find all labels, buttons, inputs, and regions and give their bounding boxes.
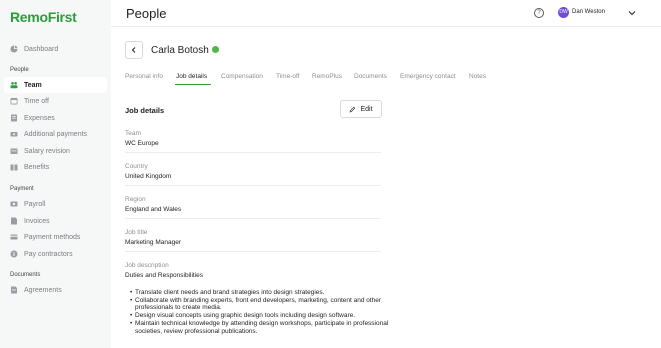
calendar-icon <box>10 97 18 105</box>
sidebar-item-label: Additional payments <box>24 130 88 138</box>
tab-remoplus[interactable]: RemoPlus <box>312 73 342 80</box>
tab-documents[interactable]: Documents <box>354 73 387 80</box>
sidebar-item-agreements[interactable]: Agreements <box>4 282 107 298</box>
payroll-icon <box>10 200 18 208</box>
list-item: Collaborate with branding experts, front… <box>130 297 400 312</box>
payment-icon <box>10 130 18 138</box>
sidebar-item-expenses[interactable]: Expenses <box>4 110 107 126</box>
field-value: England and Wales <box>125 206 182 213</box>
active-tab-indicator <box>175 84 211 85</box>
sidebar-item-payroll[interactable]: Payroll <box>4 196 107 212</box>
employee-name: Carla Botosh <box>151 45 209 56</box>
tab-personal-info[interactable]: Personal info <box>125 73 163 80</box>
field-region: Region England and Wales <box>125 196 381 219</box>
chevron-down-icon[interactable] <box>627 8 637 18</box>
salary-icon <box>10 147 18 155</box>
section-title-documents: Documents <box>10 272 41 278</box>
benefits-icon <box>10 163 18 171</box>
field-team: Team WC Europe <box>125 130 381 153</box>
tab-emergency-contact[interactable]: Emergency contact <box>400 73 456 80</box>
document-icon <box>10 286 18 294</box>
top-bar: People ? DW Dan Weston <box>111 0 661 27</box>
sidebar-item-label: Team <box>24 81 42 89</box>
sidebar-item-label: Salary revision <box>24 147 70 155</box>
field-label: Job description <box>125 262 169 269</box>
back-button[interactable] <box>125 41 143 59</box>
field-label: Region <box>125 196 146 203</box>
field-label: Job title <box>125 229 148 236</box>
avatar[interactable]: DW <box>558 7 569 18</box>
sidebar-item-team[interactable]: Team <box>4 77 107 93</box>
description-bullets: Translate client needs and brand strateg… <box>130 289 400 335</box>
field-label: Country <box>125 163 148 170</box>
active-status-icon <box>212 46 219 53</box>
description-heading: Duties and Responsibilities <box>125 272 204 279</box>
section-title-people: People <box>10 67 29 73</box>
remofirst-logo[interactable]: RemoFirst <box>10 9 77 25</box>
field-value: United Kingdom <box>125 173 172 180</box>
sidebar-item-label: Dashboard <box>24 45 59 53</box>
sidebar-item-time-off[interactable]: Time off <box>4 93 107 109</box>
sidebar-item-salary-revision[interactable]: Salary revision <box>4 143 107 159</box>
card-icon <box>10 233 18 241</box>
sidebar-item-label: Pay contractors <box>24 250 73 258</box>
dashboard-icon <box>10 45 18 53</box>
sidebar-item-label: Payroll <box>24 200 46 208</box>
sidebar: RemoFirst Dashboard People Team Time off… <box>0 0 111 348</box>
main-content: People ? DW Dan Weston Carla Botosh Pers… <box>111 0 661 348</box>
sidebar-item-label: Expenses <box>24 114 55 122</box>
field-label: Team <box>125 130 141 137</box>
field-value: Marketing Manager <box>125 239 181 246</box>
sidebar-item-invoices[interactable]: Invoices <box>4 213 107 229</box>
invoice-icon <box>10 217 18 225</box>
edit-button[interactable]: Edit <box>340 100 382 118</box>
sidebar-item-dashboard[interactable]: Dashboard <box>4 41 107 57</box>
field-job-title: Job title Marketing Manager <box>125 229 381 252</box>
chevron-left-icon <box>131 47 136 53</box>
help-icon[interactable]: ? <box>534 8 544 18</box>
page-title: People <box>126 6 167 21</box>
contractor-icon <box>10 250 18 258</box>
sidebar-item-pay-contractors[interactable]: Pay contractors <box>4 246 107 262</box>
sidebar-item-label: Time off <box>24 97 49 105</box>
sidebar-item-label: Payment methods <box>24 233 81 241</box>
section-title-payment: Payment <box>10 186 34 192</box>
list-item: Translate client needs and brand strateg… <box>130 289 400 297</box>
section-title: Job details <box>125 106 165 115</box>
list-item: Design visual concepts using graphic des… <box>130 312 400 320</box>
tab-job-details[interactable]: Job details <box>176 73 207 80</box>
sidebar-item-label: Invoices <box>24 217 50 225</box>
pencil-icon <box>350 106 356 112</box>
sidebar-item-payment-methods[interactable]: Payment methods <box>4 229 107 245</box>
field-value: WC Europe <box>125 140 159 147</box>
sidebar-item-label: Benefits <box>24 163 50 171</box>
team-icon <box>10 81 18 89</box>
field-country: Country United Kingdom <box>125 163 381 186</box>
tab-time-off[interactable]: Time-off <box>276 73 299 80</box>
sidebar-item-label: Agreements <box>24 286 62 294</box>
receipt-icon <box>10 114 18 122</box>
user-name[interactable]: Dan Weston <box>572 9 605 15</box>
edit-label: Edit <box>360 105 373 113</box>
tab-notes[interactable]: Notes <box>469 73 486 80</box>
sidebar-item-additional-payments[interactable]: Additional payments <box>4 126 107 142</box>
sidebar-item-benefits[interactable]: Benefits <box>4 159 107 175</box>
tab-compensation[interactable]: Compensation <box>221 73 263 80</box>
list-item: Maintain technical knowledge by attendin… <box>130 320 400 335</box>
